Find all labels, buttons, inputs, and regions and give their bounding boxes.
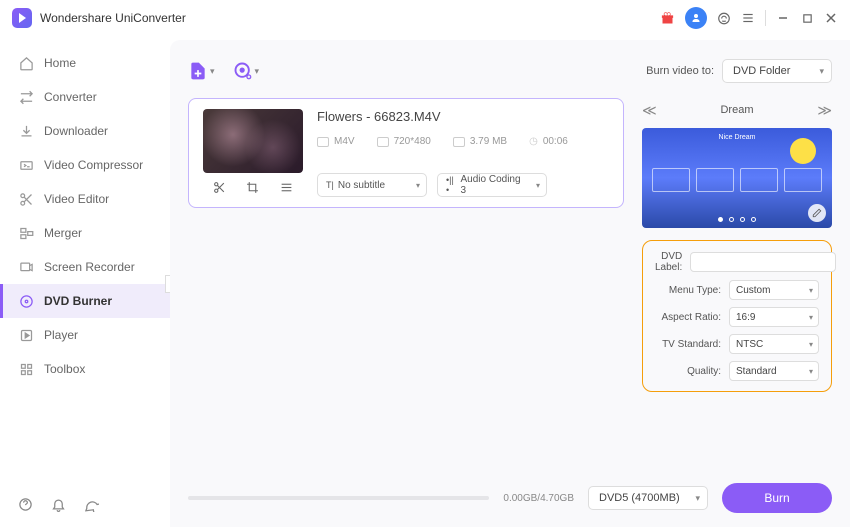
- disc-usage-bar: [188, 496, 489, 500]
- notification-icon[interactable]: [51, 497, 66, 512]
- sidebar-item-recorder[interactable]: Screen Recorder: [0, 250, 170, 284]
- template-next-button[interactable]: ≫: [817, 102, 832, 119]
- sidebar-label: Player: [44, 328, 78, 342]
- maximize-button[interactable]: [800, 11, 814, 25]
- minimize-button[interactable]: [776, 11, 790, 25]
- recorder-icon: [18, 259, 34, 275]
- video-thumbnail[interactable]: [203, 109, 303, 173]
- moon-graphic: [790, 138, 816, 164]
- sidebar-item-merger[interactable]: Merger: [0, 216, 170, 250]
- file-name: Flowers - 66823.M4V: [317, 109, 609, 124]
- format-icon: [317, 137, 329, 147]
- burn-button[interactable]: Burn: [722, 483, 832, 513]
- file-duration: 00:06: [543, 136, 568, 147]
- template-dot[interactable]: [729, 217, 734, 222]
- template-slot: [740, 168, 778, 192]
- help-icon[interactable]: [18, 497, 33, 512]
- sidebar-item-compressor[interactable]: Video Compressor: [0, 148, 170, 182]
- app-logo: [12, 8, 32, 28]
- support-icon[interactable]: [717, 11, 731, 25]
- size-icon: [453, 137, 465, 147]
- template-dot[interactable]: [740, 217, 745, 222]
- template-slot: [784, 168, 822, 192]
- home-icon: [18, 55, 34, 71]
- quality-dropdown[interactable]: Standard: [729, 361, 819, 381]
- template-slot: [696, 168, 734, 192]
- clock-icon: ◷: [529, 136, 538, 147]
- feedback-icon[interactable]: [84, 497, 99, 512]
- trim-icon[interactable]: [213, 181, 226, 194]
- tv-standard-label: TV Standard:: [655, 339, 721, 350]
- sidebar-item-player[interactable]: Player: [0, 318, 170, 352]
- sidebar-item-converter[interactable]: Converter: [0, 80, 170, 114]
- converter-icon: [18, 89, 34, 105]
- resolution-icon: [377, 137, 389, 147]
- sidebar-label: Merger: [44, 226, 82, 240]
- sidebar-label: Converter: [44, 90, 97, 104]
- sidebar-label: Screen Recorder: [44, 260, 135, 274]
- file-format: M4V: [334, 136, 355, 147]
- sidebar-item-downloader[interactable]: Downloader: [0, 114, 170, 148]
- dvd-label-label: DVD Label:: [655, 251, 682, 273]
- menu-icon[interactable]: [741, 11, 755, 25]
- template-preview[interactable]: Nice Dream: [642, 128, 832, 228]
- sidebar-item-editor[interactable]: Video Editor: [0, 182, 170, 216]
- gift-icon[interactable]: [660, 11, 675, 26]
- sidebar-item-home[interactable]: Home: [0, 46, 170, 80]
- merger-icon: [18, 225, 34, 241]
- burn-to-label: Burn video to:: [646, 65, 714, 77]
- sidebar-label: Downloader: [44, 124, 108, 138]
- sidebar-label: DVD Burner: [44, 294, 112, 308]
- burn-target-dropdown[interactable]: DVD Folder: [722, 59, 832, 83]
- aspect-ratio-dropdown[interactable]: 16:9: [729, 307, 819, 327]
- menu-type-label: Menu Type:: [655, 285, 721, 296]
- download-icon: [18, 123, 34, 139]
- disc-type-dropdown[interactable]: DVD5 (4700MB): [588, 486, 708, 510]
- compressor-icon: [18, 157, 34, 173]
- template-preview-title: Nice Dream: [719, 134, 756, 141]
- file-resolution: 720*480: [394, 136, 431, 147]
- disc-icon: [18, 293, 34, 309]
- sidebar: Home Converter Downloader Video Compress…: [0, 36, 170, 527]
- template-dot[interactable]: [718, 217, 723, 222]
- sidebar-label: Video Compressor: [44, 158, 143, 172]
- sidebar-label: Video Editor: [44, 192, 109, 206]
- play-icon: [18, 327, 34, 343]
- disc-usage-text: 0.00GB/4.70GB: [503, 493, 574, 504]
- close-button[interactable]: [824, 11, 838, 25]
- add-disc-button[interactable]: ▾: [233, 61, 260, 81]
- sidebar-label: Home: [44, 56, 76, 70]
- sidebar-label: Toolbox: [44, 362, 85, 376]
- sidebar-item-toolbox[interactable]: Toolbox: [0, 352, 170, 386]
- sidebar-item-burner[interactable]: DVD Burner: [0, 284, 170, 318]
- template-prev-button[interactable]: ≪: [642, 102, 657, 119]
- dvd-label-input[interactable]: [690, 252, 836, 272]
- quality-label: Quality:: [655, 366, 721, 377]
- template-dot[interactable]: [751, 217, 756, 222]
- aspect-ratio-label: Aspect Ratio:: [655, 312, 721, 323]
- file-card[interactable]: Flowers - 66823.M4V M4V 720*480 3.79 MB …: [188, 98, 624, 208]
- add-file-button[interactable]: ▾: [188, 61, 215, 81]
- tv-standard-dropdown[interactable]: NTSC: [729, 334, 819, 354]
- crop-icon[interactable]: [246, 181, 259, 194]
- audio-dropdown[interactable]: •||•Audio Coding 3: [437, 173, 547, 197]
- file-size: 3.79 MB: [470, 136, 507, 147]
- dvd-settings: DVD Label: Menu Type: Custom Aspect Rati…: [642, 240, 832, 392]
- effects-icon[interactable]: [280, 181, 293, 194]
- scissors-icon: [18, 191, 34, 207]
- app-title: Wondershare UniConverter: [40, 11, 186, 25]
- subtitle-dropdown[interactable]: T|No subtitle: [317, 173, 427, 197]
- toolbox-icon: [18, 361, 34, 377]
- template-edit-button[interactable]: [808, 204, 826, 222]
- template-name: Dream: [720, 104, 753, 116]
- user-avatar-icon[interactable]: [685, 7, 707, 29]
- menu-type-dropdown[interactable]: Custom: [729, 280, 819, 300]
- template-slot: [652, 168, 690, 192]
